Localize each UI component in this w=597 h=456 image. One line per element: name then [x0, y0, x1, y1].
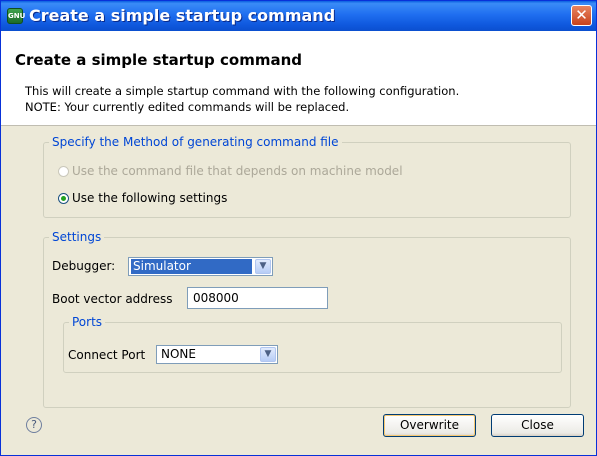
ports-group: Ports: [63, 315, 562, 373]
boot-vector-input[interactable]: 008000: [187, 287, 328, 309]
settings-group-legend: Settings: [52, 230, 102, 244]
radio-machine-model-label: Use the command file that depends on mac…: [72, 164, 403, 178]
window-title: Create a simple startup command: [29, 6, 336, 25]
window-close-button[interactable]: ✕: [571, 5, 592, 26]
description-line-1: This will create a simple startup comman…: [25, 84, 460, 98]
dialog-header: Create a simple startup command This wil…: [1, 31, 596, 126]
debugger-select-value: Simulator: [131, 259, 252, 274]
debugger-select[interactable]: Simulator ▼: [128, 257, 273, 276]
connect-port-select[interactable]: NONE ▼: [156, 345, 278, 364]
radio-following-settings-label: Use the following settings: [72, 191, 228, 205]
ports-group-legend: Ports: [72, 315, 103, 329]
chevron-down-icon[interactable]: ▼: [255, 259, 271, 274]
connect-port-label: Connect Port: [68, 348, 146, 362]
radio-following-settings[interactable]: Use the following settings: [58, 191, 227, 205]
method-group-legend: Specify the Method of generating command…: [52, 135, 339, 149]
title-bar[interactable]: GNU Create a simple startup command ✕: [1, 1, 596, 31]
overwrite-button[interactable]: Overwrite: [383, 414, 476, 437]
debugger-label: Debugger:: [52, 259, 116, 273]
overwrite-button-label: Overwrite: [399, 418, 460, 432]
description-line-2: NOTE: Your currently edited commands wil…: [25, 100, 350, 114]
dialog-body: Specify the Method of generating command…: [1, 126, 596, 455]
dialog-window: GNU Create a simple startup command ✕ Cr…: [0, 0, 597, 456]
radio-machine-model[interactable]: Use the command file that depends on mac…: [58, 164, 403, 178]
radio-button-selected-icon: [58, 193, 69, 204]
chevron-down-icon[interactable]: ▼: [260, 347, 276, 362]
radio-button-icon: [58, 166, 69, 177]
connect-port-select-value: NONE: [161, 347, 196, 361]
boot-vector-label: Boot vector address: [52, 292, 173, 306]
page-title: Create a simple startup command: [15, 51, 303, 69]
close-icon: ✕: [575, 6, 588, 24]
app-icon: GNU: [7, 8, 25, 24]
close-button-label: Close: [521, 418, 554, 432]
help-icon[interactable]: ?: [26, 417, 42, 433]
close-button[interactable]: Close: [491, 414, 584, 437]
